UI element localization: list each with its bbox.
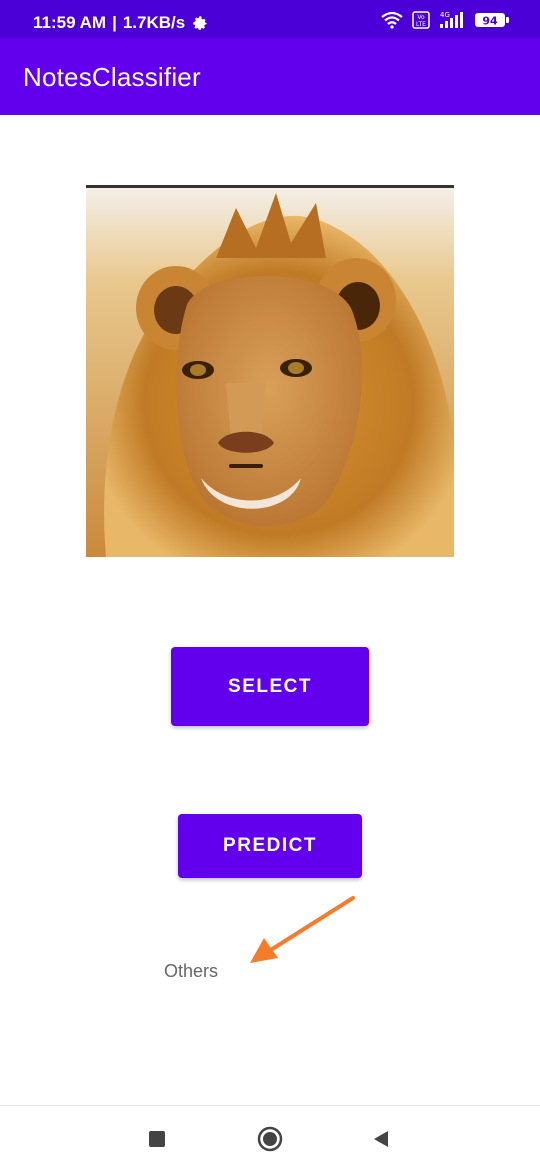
app-bar: NotesClassifier	[0, 38, 540, 115]
status-right: Vo LTE 4G 94	[380, 11, 510, 29]
volte-text-bottom: LTE	[416, 21, 426, 28]
predict-button-label: PREDICT	[223, 835, 317, 856]
status-time: 11:59 AM	[33, 13, 107, 32]
predict-button[interactable]: PREDICT	[178, 814, 362, 878]
status-separator: |	[112, 13, 117, 32]
annotation-arrow-icon	[250, 896, 355, 963]
recents-square-icon[interactable]	[149, 1131, 165, 1147]
system-navigation-bar	[0, 1105, 540, 1171]
status-speed: 1.7KB/s	[122, 13, 186, 32]
volte-icon: Vo LTE	[412, 11, 430, 29]
signal-icon: 4G	[440, 11, 463, 28]
network-type: 4G	[440, 11, 450, 19]
back-triangle-icon[interactable]	[372, 1129, 390, 1149]
lion-image	[86, 188, 454, 557]
wifi-icon	[381, 11, 403, 29]
home-circle-icon[interactable]	[257, 1126, 283, 1152]
settings-gear-icon	[193, 16, 207, 30]
selected-image	[86, 185, 454, 557]
app-title: NotesClassifier	[23, 62, 201, 92]
select-button[interactable]: SELECT	[171, 647, 369, 726]
prediction-result: Others	[164, 961, 219, 981]
battery-level: 94	[482, 15, 498, 28]
status-bar: 11:59 AM | 1.7KB/s Vo LTE 4G 94	[0, 0, 540, 38]
select-button-label: SELECT	[228, 675, 312, 697]
battery-icon: 94	[475, 13, 509, 28]
status-left: 11:59 AM | 1.7KB/s	[33, 13, 209, 33]
volte-text-top: Vo	[417, 14, 425, 21]
